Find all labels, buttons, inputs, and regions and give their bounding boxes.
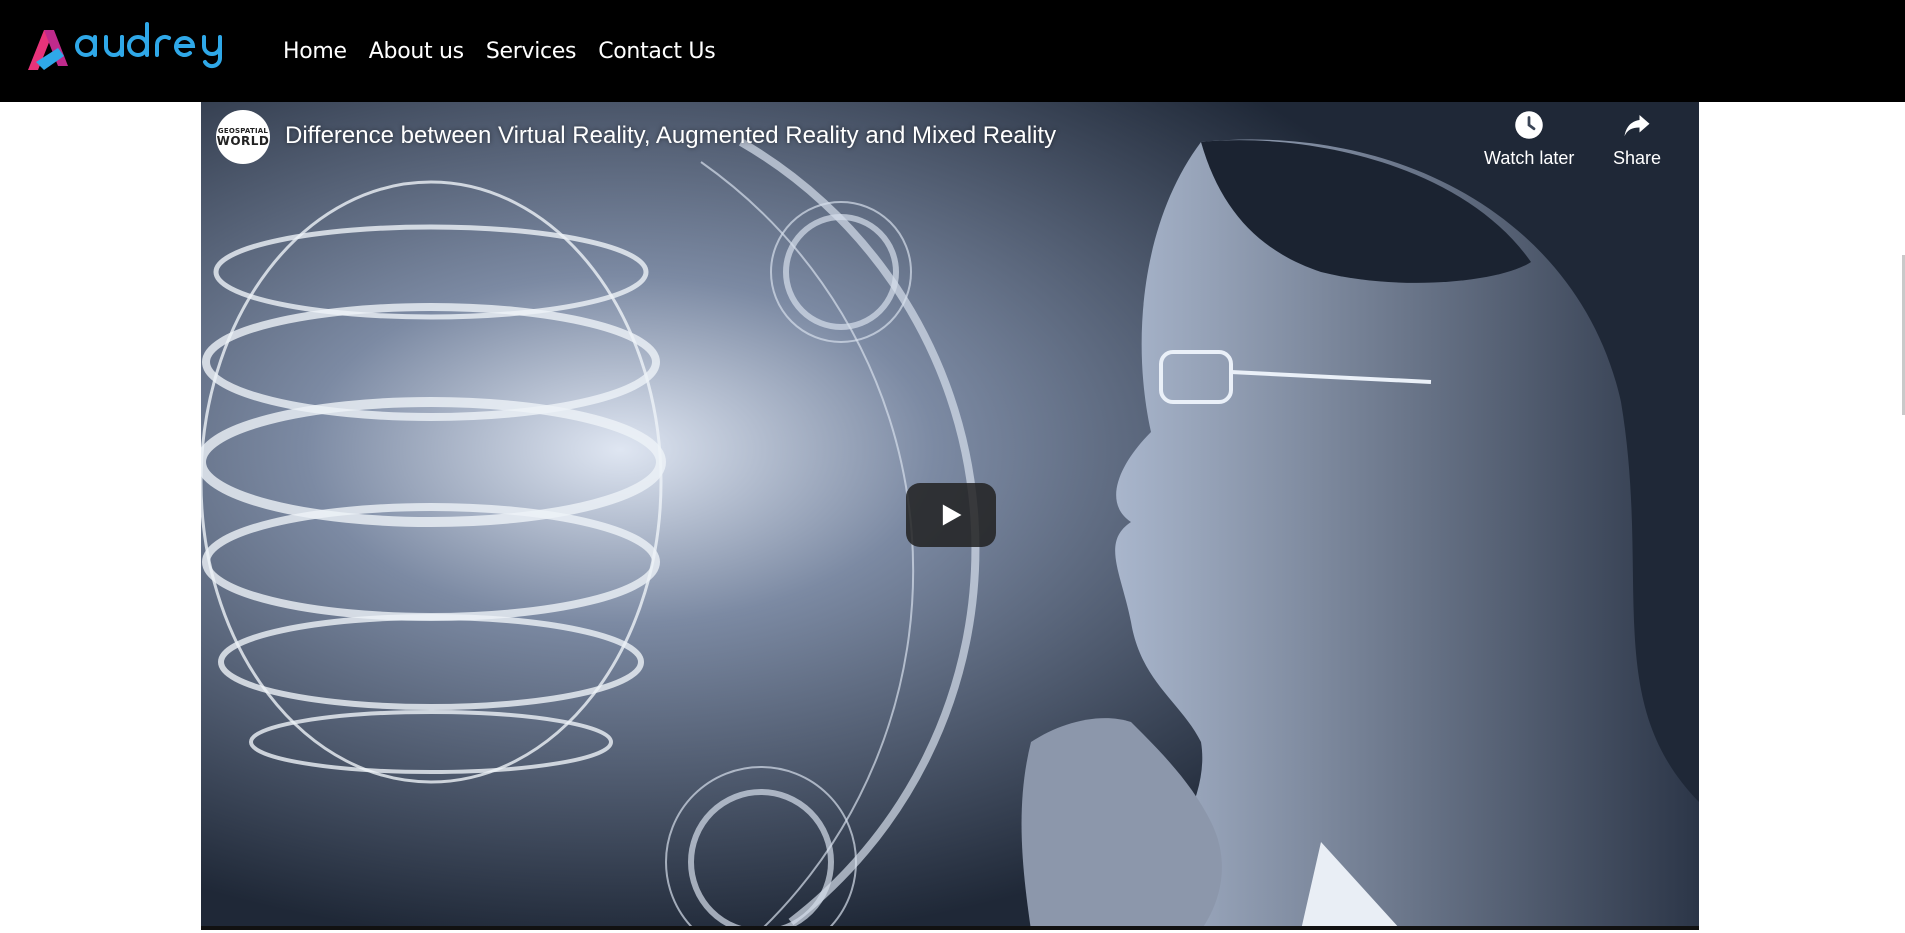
play-button[interactable] [906,483,996,547]
watch-later-label: Watch later [1484,148,1575,168]
page-scrollbar[interactable] [1898,102,1905,933]
channel-avatar[interactable]: GEOSPATIAL WORLD [216,110,270,164]
play-icon [942,504,962,526]
nav-home-link[interactable]: Home [283,39,347,64]
nav-services-link[interactable]: Services [486,39,577,64]
clock-icon [1515,111,1543,139]
channel-avatar-line2: WORLD [216,133,270,148]
main-nav: Home About us Services Contact Us [283,0,716,102]
nav-about-link[interactable]: About us [369,39,464,64]
share-arrow-icon [1624,115,1650,137]
video-bottom-edge [201,926,1699,930]
brand-logo[interactable] [24,22,254,74]
youtube-video-embed[interactable]: GEOSPATIAL WORLD Difference between Virt… [201,102,1699,930]
nav-contact-link[interactable]: Contact Us [598,39,715,64]
site-header: Home About us Services Contact Us [0,0,1905,102]
video-title[interactable]: Difference between Virtual Reality, Augm… [285,122,1056,150]
share-button[interactable]: Share [1613,110,1661,169]
share-label: Share [1613,148,1662,168]
watch-later-button[interactable]: Watch later [1484,110,1574,169]
